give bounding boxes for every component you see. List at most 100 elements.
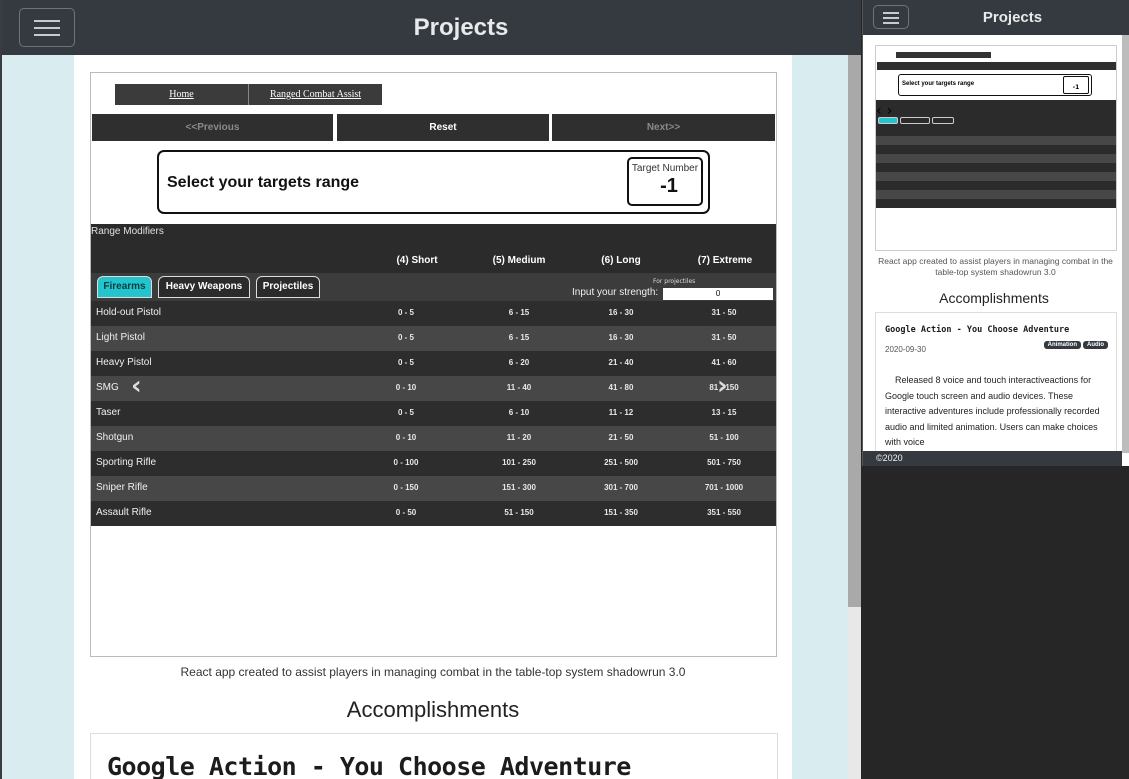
table-row: SMG 0 - 10 11 - 40 41 - 80 81 - 150 (91, 376, 776, 401)
range-cell-medium: 6 - 15 (508, 333, 530, 342)
target-number-box: Target Number -1 (627, 157, 703, 206)
range-cell-extreme: 31 - 50 (711, 333, 737, 342)
table-row: Hold-out Pistol 0 - 5 6 - 15 16 - 30 31 - 50 (91, 301, 776, 326)
table-row: Assault Rifle 0 - 50 51 - 150 151 - 350 351 … (91, 501, 776, 526)
card-title: Google Action - You Choose Adventure (107, 752, 631, 779)
navbar: Projects (2, 0, 861, 55)
mobile-table-row (876, 136, 1116, 145)
strength-input[interactable]: 0 (663, 288, 773, 300)
mobile-scrollbar[interactable] (1122, 35, 1129, 453)
previous-button[interactable]: <<Previous (92, 114, 333, 141)
mobile-project-screenshot: Select your targets range -1 ‹ › (875, 45, 1117, 251)
weapon-name: SMG (96, 382, 119, 393)
main-viewport: Projects Home Ranged Combat Assist <<Pre… (0, 0, 861, 779)
mobile-accomplishment-card: Google Action - You Choose Adventure 202… (875, 312, 1117, 457)
weapon-name: Heavy Pistol (96, 357, 152, 368)
accomplishment-card: Google Action - You Choose Adventure (90, 733, 778, 779)
mobile-select-range-heading: Select your targets range (902, 81, 975, 87)
column-header-medium: (5) Medium (492, 255, 546, 266)
range-cell-long: 16 - 30 (608, 333, 634, 342)
mobile-table-row (876, 172, 1116, 181)
badge-audio: Audio (1083, 341, 1108, 349)
range-cell-short: 0 - 5 (397, 358, 414, 367)
tab-projectiles[interactable]: Projectiles (256, 276, 320, 298)
table-row: Taser 0 - 5 6 - 10 11 - 12 13 - 15 (91, 401, 776, 426)
badge-animation: Animation (1043, 341, 1081, 349)
table-row: Shotgun 0 - 10 11 - 20 21 - 50 51 - 100 (91, 426, 776, 451)
select-range-box: Select your targets range Target Number … (157, 150, 710, 214)
accomplishments-heading: Accomplishments (346, 697, 520, 722)
range-cell-short: 0 - 100 (393, 458, 419, 467)
mobile-table-row (876, 181, 1116, 190)
tab-heavy-weapons[interactable]: Heavy Weapons (158, 276, 250, 298)
tab-firearms[interactable]: Firearms (97, 276, 152, 298)
mobile-tab-projectiles[interactable] (932, 117, 954, 124)
mobile-table-row (876, 163, 1116, 172)
project-caption: React app created to assist players in m… (180, 665, 686, 679)
weapon-name: Assault Rifle (96, 507, 152, 518)
range-cell-long: 301 - 700 (604, 483, 638, 492)
table-caption: Range Modifiers (91, 226, 164, 237)
range-cell-medium: 101 - 250 (502, 458, 536, 467)
mobile-navbar: Projects (863, 0, 1129, 35)
mobile-preview: Projects Select your targets range -1 ‹ … (862, 0, 1129, 466)
breadcrumb-current-link[interactable]: Ranged Combat Assist (249, 84, 382, 105)
scrollbar-thumb[interactable] (848, 55, 861, 607)
mobile-tab-firearms[interactable] (878, 117, 898, 124)
mobile-card-title: Google Action - You Choose Adventure (885, 325, 1070, 335)
mobile-table-row (876, 145, 1116, 154)
range-cell-medium: 6 - 20 (508, 358, 530, 367)
range-cell-long: 16 - 30 (608, 308, 634, 317)
strength-label: Input your strength: (572, 287, 659, 298)
mobile-navbar-title: Projects (982, 9, 1043, 26)
mobile-table-row (876, 127, 1116, 136)
weapon-name: Light Pistol (96, 332, 145, 343)
mobile-card-date: 2020-09-30 (885, 345, 926, 354)
range-cell-extreme: 51 - 100 (709, 433, 739, 442)
range-cell-long: 21 - 40 (608, 358, 634, 367)
mobile-step-navigation (877, 62, 1116, 70)
range-cell-extreme: 701 - 1000 (704, 483, 744, 492)
mobile-table-row (876, 199, 1116, 208)
range-cell-short: 0 - 5 (397, 308, 414, 317)
column-header-extreme: (7) Extreme (697, 255, 753, 266)
table-row: Sporting Rifle 0 - 100 101 - 250 251 - 500 5… (91, 451, 776, 476)
weapon-name: Sniper Rifle (96, 482, 148, 493)
table-row: Heavy Pistol 0 - 5 6 - 20 21 - 40 41 - 60 (91, 351, 776, 376)
mobile-breadcrumb (896, 52, 991, 58)
carousel-next-icon[interactable]: › (717, 371, 728, 401)
breadcrumb: Home Ranged Combat Assist (115, 84, 382, 105)
navbar-title: Projects (413, 14, 509, 41)
column-header-long: (6) Long (601, 255, 641, 266)
mobile-table-row (876, 190, 1116, 199)
range-modifiers-table: Range Modifiers (4) Short (5) Medium (6)… (91, 224, 776, 526)
column-header-short: (4) Short (396, 255, 438, 266)
range-cell-medium: 6 - 15 (508, 308, 530, 317)
range-cell-short: 0 - 10 (395, 383, 417, 392)
reset-button[interactable]: Reset (337, 114, 549, 141)
range-cell-extreme: 501 - 750 (707, 458, 741, 467)
range-cell-long: 251 - 500 (604, 458, 638, 467)
range-cell-medium: 11 - 20 (506, 433, 532, 442)
range-cell-extreme: 31 - 50 (711, 308, 737, 317)
range-cell-extreme: 13 - 15 (711, 408, 737, 417)
project-screenshot: Home Ranged Combat Assist <<Previous Res… (90, 72, 777, 657)
for-projectiles-note: For projectiles (653, 278, 696, 285)
mobile-footer: ©2020 (863, 451, 1122, 466)
carousel-prev-icon[interactable]: ‹ (131, 371, 142, 401)
target-number-value: -1 (660, 175, 678, 197)
range-cell-long: 11 - 12 (608, 408, 634, 417)
range-cell-short: 0 - 5 (397, 333, 414, 342)
range-cell-short: 0 - 5 (397, 408, 414, 417)
mobile-project-caption: React app created to assist players in m… (878, 256, 1113, 277)
range-cell-short: 0 - 150 (393, 483, 419, 492)
range-cell-medium: 6 - 10 (508, 408, 530, 417)
breadcrumb-home-link[interactable]: Home (115, 84, 249, 105)
mobile-range-table: ‹ › (876, 100, 1116, 208)
range-cell-medium: 11 - 40 (506, 383, 532, 392)
range-cell-medium: 151 - 300 (502, 483, 536, 492)
mobile-tab-heavy-weapons[interactable] (900, 117, 930, 124)
weapon-name: Shotgun (96, 432, 134, 443)
next-button[interactable]: Next>> (552, 114, 775, 141)
mobile-target-number: -1 (1063, 76, 1089, 94)
